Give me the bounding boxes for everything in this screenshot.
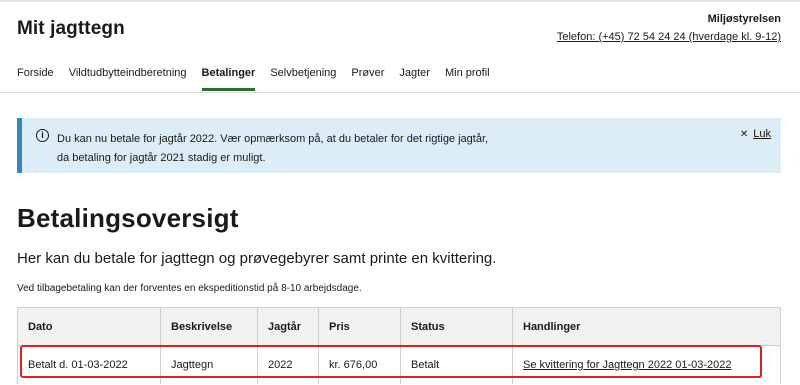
header-handlinger: Handlinger <box>512 307 781 346</box>
alert-close-button[interactable]: ✕ Luk <box>740 128 771 140</box>
alert-line-1: Du kan nu betale for jagtår 2022. Vær op… <box>57 133 489 145</box>
header-pris: Pris <box>318 307 401 346</box>
main-nav: Forside Vildtudbytteindberetning Betalin… <box>17 67 505 91</box>
table-header-row: Dato Beskrivelse Jagtår Pris Status Hand… <box>17 307 781 346</box>
top-border <box>0 0 800 2</box>
cell-pris: kr. 676,00 <box>318 345 401 384</box>
close-icon: ✕ <box>739 128 749 140</box>
refund-note: Ved tilbagebetaling kan der forventes en… <box>17 283 362 294</box>
nav-item-betalinger[interactable]: Betalinger <box>201 67 255 91</box>
phone-link[interactable]: Telefon: (+45) 72 54 24 24 (hverdage kl.… <box>557 31 781 43</box>
cell-beskrivelse: Jagttegn <box>160 345 258 384</box>
header-jagtaar: Jagtår <box>257 307 319 346</box>
header-dato: Dato <box>17 307 161 346</box>
nav-item-min-profil[interactable]: Min profil <box>445 67 490 89</box>
nav-item-jagter[interactable]: Jagter <box>399 67 430 89</box>
organization-name: Miljøstyrelsen <box>707 13 781 25</box>
nav-item-forside[interactable]: Forside <box>17 67 54 89</box>
info-icon: i <box>36 129 49 142</box>
page-title: Betalingsoversigt <box>17 203 239 233</box>
app-title[interactable]: Mit jagttegn <box>17 18 125 40</box>
header-status: Status <box>400 307 513 346</box>
cell-status: Betalt <box>400 345 513 384</box>
header-beskrivelse: Beskrivelse <box>160 307 258 346</box>
cell-jagtaar: 2022 <box>257 345 319 384</box>
close-label[interactable]: Luk <box>753 128 771 140</box>
alert-message: Du kan nu betale for jagtår 2022. Vær op… <box>57 130 617 168</box>
cell-dato: Betalt d. 01-03-2022 <box>17 345 161 384</box>
nav-item-selvbetjening[interactable]: Selvbetjening <box>270 67 336 89</box>
payments-table: Dato Beskrivelse Jagtår Pris Status Hand… <box>17 307 781 384</box>
nav-divider <box>0 92 800 93</box>
table-row: Betalt d. 01-03-2022 Jagttegn 2022 kr. 6… <box>17 345 781 384</box>
nav-item-proever[interactable]: Prøver <box>351 67 384 89</box>
receipt-link[interactable]: Se kvittering for Jagttegn 2022 01-03-20… <box>523 359 732 371</box>
alert-line-2: da betaling for jagtår 2021 stadig er mu… <box>57 152 266 164</box>
page-lead: Her kan du betale for jagttegn og prøveg… <box>17 250 497 267</box>
nav-item-vildtudbytteindberetning[interactable]: Vildtudbytteindberetning <box>69 67 187 89</box>
cell-handlinger: Se kvittering for Jagttegn 2022 01-03-20… <box>512 345 781 384</box>
info-alert: i Du kan nu betale for jagtår 2022. Vær … <box>17 118 781 173</box>
